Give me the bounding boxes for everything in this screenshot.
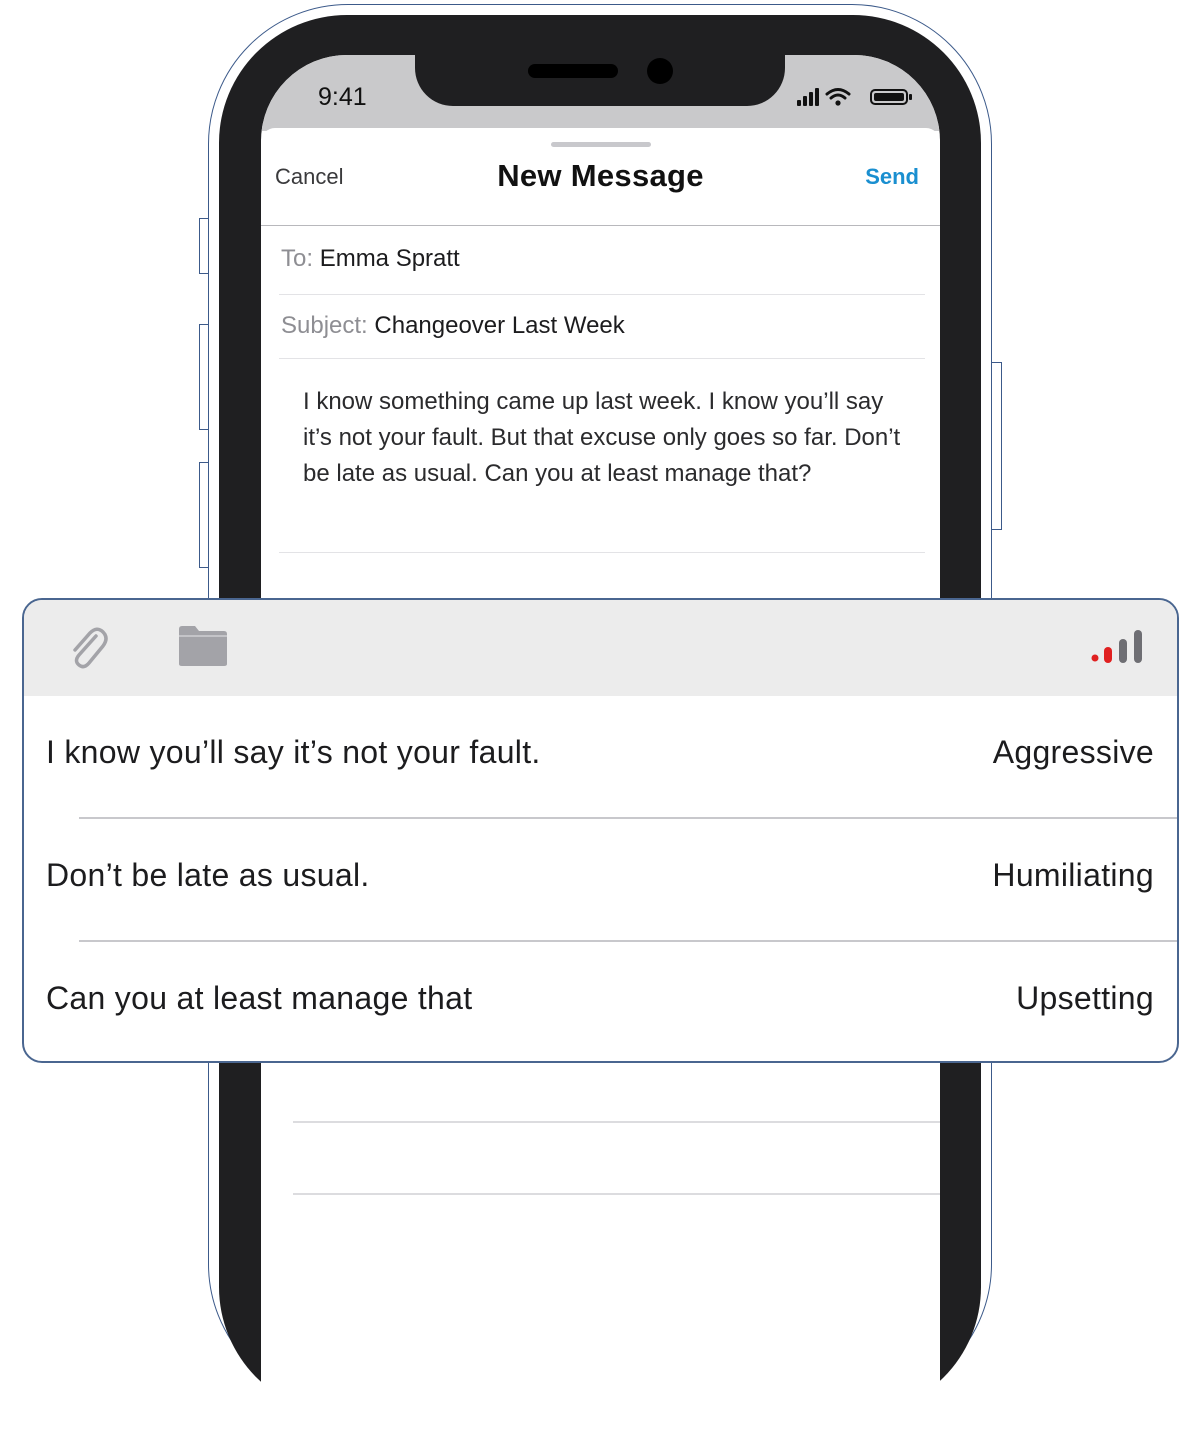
- sheet-grabber[interactable]: [551, 142, 651, 147]
- message-body[interactable]: I know something came up last week. I kn…: [303, 384, 913, 492]
- subject-label: Subject:: [281, 312, 368, 339]
- to-divider: [279, 294, 925, 295]
- status-time: 9:41: [318, 83, 367, 111]
- flag-phrase: Don’t be late as usual.: [46, 857, 370, 893]
- to-label: To:: [281, 245, 314, 272]
- side-button-power: [992, 362, 1002, 530]
- to-value[interactable]: Emma Spratt: [320, 245, 460, 272]
- speaker: [528, 64, 618, 78]
- cellular-signal-icon: [797, 88, 819, 106]
- flag-phrase: Can you at least manage that: [46, 980, 473, 1016]
- flag-row[interactable]: I know you’ll say it’s not your fault. A…: [24, 696, 1177, 818]
- wifi-icon: [825, 88, 851, 100]
- flag-row[interactable]: Don’t be late as usual. Humiliating: [24, 819, 1177, 941]
- panel-toolbar: [24, 600, 1177, 696]
- body-divider: [279, 552, 925, 553]
- battery-icon: [870, 89, 912, 105]
- to-field[interactable]: To: Emma Spratt: [281, 245, 460, 273]
- empty-line-1: [293, 1121, 940, 1123]
- subject-value[interactable]: Changeover Last Week: [374, 312, 624, 339]
- flag-tone: Humiliating: [992, 857, 1154, 893]
- flag-row[interactable]: Can you at least manage that Upsetting: [24, 942, 1177, 1061]
- subject-divider: [279, 358, 925, 359]
- folder-icon[interactable]: [177, 624, 229, 668]
- front-camera: [647, 58, 673, 84]
- empty-line-2: [293, 1193, 940, 1195]
- tone-meter-icon[interactable]: [1088, 629, 1150, 665]
- paperclip-icon[interactable]: [66, 622, 108, 670]
- status-icons: [797, 88, 912, 106]
- tone-analysis-panel: I know you’ll say it’s not your fault. A…: [22, 598, 1179, 1063]
- compose-title: New Message: [497, 158, 704, 193]
- wifi-dot: [835, 100, 841, 106]
- send-button[interactable]: Send: [865, 164, 919, 190]
- flag-tone: Aggressive: [992, 734, 1154, 770]
- compose-nav-bar: Cancel New Message Send: [261, 148, 940, 226]
- flag-tone: Upsetting: [1016, 980, 1154, 1016]
- subject-field[interactable]: Subject: Changeover Last Week: [281, 312, 625, 340]
- flag-phrase: I know you’ll say it’s not your fault.: [46, 734, 541, 770]
